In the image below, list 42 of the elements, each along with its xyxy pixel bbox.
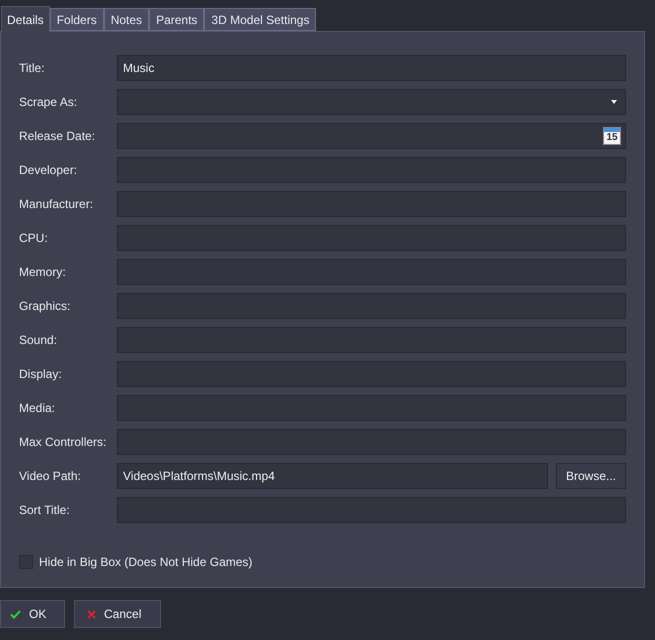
- field-label: Scrape As:: [19, 94, 78, 111]
- field-label: Display:: [19, 366, 63, 383]
- tab[interactable]: Details: [1, 6, 50, 32]
- browse-button[interactable]: Browse...: [556, 463, 626, 489]
- input-field[interactable]: [117, 225, 626, 251]
- tab[interactable]: Notes: [104, 8, 150, 31]
- tab[interactable]: Folders: [50, 8, 104, 31]
- field-label: Max Controllers:: [19, 434, 108, 451]
- cancel-button[interactable]: Cancel: [74, 600, 161, 628]
- field-label: Sound:: [19, 332, 58, 349]
- checkbox[interactable]: [19, 555, 33, 569]
- input-field[interactable]: [117, 191, 626, 217]
- input-field[interactable]: [117, 157, 626, 183]
- field-label: Release Date:: [19, 128, 96, 145]
- ok-button[interactable]: OK: [0, 600, 65, 628]
- dropdown[interactable]: [117, 89, 626, 115]
- input-field[interactable]: Music: [117, 55, 626, 81]
- checkbox-label[interactable]: Hide in Big Box (Does Not Hide Games): [39, 553, 252, 571]
- input-field[interactable]: [117, 259, 626, 285]
- close-icon: [87, 610, 96, 618]
- field-label: Graphics:: [19, 298, 72, 315]
- input-field[interactable]: [117, 361, 626, 387]
- input-field[interactable]: [117, 497, 626, 523]
- caret-icon: [611, 100, 617, 104]
- tab[interactable]: 3D Model Settings: [204, 8, 316, 31]
- input-field[interactable]: [117, 327, 626, 353]
- field-label: Sort Title:: [19, 502, 71, 519]
- field-label: Manufacturer:: [19, 196, 94, 213]
- calendar-icon[interactable]: 15: [603, 127, 621, 145]
- input-field[interactable]: [117, 429, 626, 455]
- tab[interactable]: Parents: [149, 8, 204, 31]
- field-label: Developer:: [19, 162, 78, 179]
- field-label: Media:: [19, 400, 56, 417]
- field-label: CPU:: [19, 230, 49, 247]
- field-label: Memory:: [19, 264, 67, 281]
- date-field[interactable]: 15: [117, 123, 626, 149]
- check-icon: [10, 610, 21, 618]
- field-label: Video Path:: [19, 468, 82, 485]
- input-field[interactable]: [117, 395, 626, 421]
- input-field[interactable]: Videos\Platforms\Music.mp4: [117, 463, 548, 489]
- input-field[interactable]: [117, 293, 626, 319]
- field-label: Title:: [19, 60, 46, 77]
